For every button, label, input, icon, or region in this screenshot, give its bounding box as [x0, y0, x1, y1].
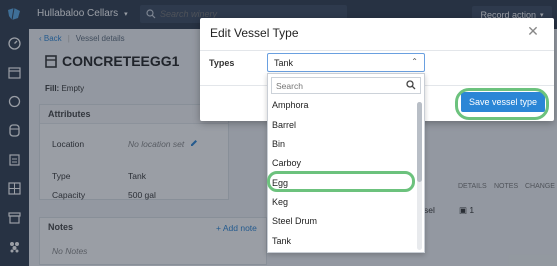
option-tank[interactable]: Tank — [272, 236, 291, 246]
scrollbar-thumb[interactable] — [417, 102, 422, 182]
dropdown-scrollbar[interactable] — [417, 102, 422, 250]
types-label: Types — [209, 58, 235, 68]
option-keg[interactable]: Keg — [272, 197, 288, 207]
option-steel-drum[interactable]: Steel Drum — [272, 216, 317, 226]
close-icon[interactable]: ✕ — [526, 24, 540, 38]
search-icon — [406, 80, 416, 90]
types-select[interactable]: Tank ⌃ — [267, 53, 425, 72]
dropdown-search[interactable] — [271, 77, 421, 94]
modal-title: Edit Vessel Type — [210, 26, 299, 40]
types-dropdown: Amphora Barrel Bin Carboy Egg Keg Steel … — [267, 73, 425, 253]
option-barrel[interactable]: Barrel — [272, 120, 296, 130]
egg-option-highlight — [267, 171, 415, 192]
save-button-highlight — [455, 88, 549, 120]
option-carboy[interactable]: Carboy — [272, 158, 301, 168]
option-amphora[interactable]: Amphora — [272, 100, 309, 110]
types-selected-value: Tank — [274, 57, 294, 68]
option-bin[interactable]: Bin — [272, 139, 285, 149]
divider — [200, 50, 554, 51]
dropdown-search-input[interactable] — [276, 80, 401, 91]
chevron-up-icon: ⌃ — [411, 57, 418, 66]
